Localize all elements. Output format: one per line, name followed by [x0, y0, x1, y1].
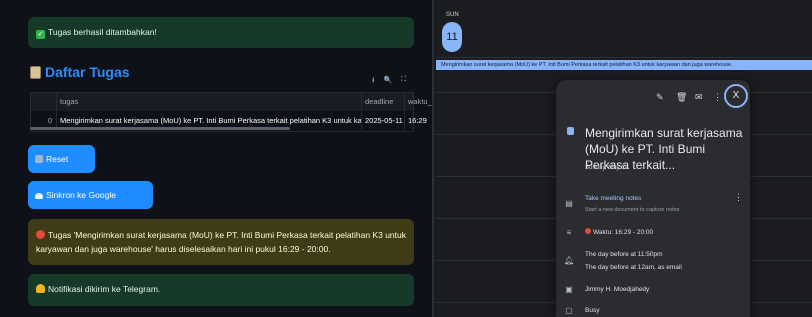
delete-icon[interactable]: 🗑: [676, 92, 687, 103]
more-options-icon[interactable]: ⋮: [713, 92, 722, 103]
grid-divider: [436, 57, 812, 58]
document-icon: ▤: [565, 199, 573, 208]
table-header-tugas[interactable]: tugas: [57, 93, 362, 111]
deadline-warning-alert: Tugas 'Mengirimkan surat kerjasama (MoU)…: [28, 219, 414, 265]
clipboard-icon: [30, 65, 41, 79]
google-calendar-panel: SUN 11 Mengirimkan surat kerjasama (MoU)…: [432, 0, 812, 317]
sync-google-calendar-button[interactable]: Sinkron ke Google Calendar: [28, 181, 153, 228]
success-alert-text: Tugas berhasil ditambahkan!: [48, 27, 157, 37]
task-app-panel: ✓ Tugas berhasil ditambahkan! Daftar Tuga…: [0, 0, 434, 317]
task-table[interactable]: tugas deadline waktu_r 0 Mengirimkan sur…: [30, 92, 434, 132]
briefcase-icon: ▢: [565, 306, 573, 315]
table-header-index: [31, 93, 57, 111]
close-button[interactable]: X: [724, 84, 748, 108]
reminder-2: The day before at 12am, as email: [585, 264, 682, 271]
screen: ✓ Tugas berhasil ditambahkan! Daftar Tuga…: [0, 0, 812, 317]
event-details-popup: ✎ 🗑 ✉ ⋮ X Mengirimkan surat kerjasama (M…: [556, 80, 750, 317]
take-notes-subtitle: Start a new document to capture notes: [585, 207, 680, 213]
success-alert: ✓ Tugas berhasil ditambahkan!: [28, 17, 414, 48]
telegram-notification-alert: Notifikasi dikirim ke Telegram.: [28, 274, 414, 306]
take-notes-link[interactable]: Take meeting notes: [585, 194, 641, 204]
reset-tasks-button[interactable]: Reset Tugas: [28, 145, 95, 192]
calendar-event-chip[interactable]: Mengirimkan surat kerjasama (MoU) ke PT.…: [436, 60, 812, 70]
row-deadline[interactable]: 2025-05-11: [362, 112, 405, 130]
notes-more-icon[interactable]: ⋮: [734, 192, 743, 203]
warning-alert-text: Tugas 'Mengirimkan surat kerjasama (MoU)…: [36, 230, 406, 254]
event-status: Busy: [585, 307, 600, 314]
description-icon: ≡: [566, 228, 572, 237]
fullscreen-icon[interactable]: ⛶: [401, 76, 406, 87]
page-title: Daftar Tugas: [30, 64, 130, 80]
trash-icon: [35, 155, 43, 163]
bell-icon: 🔔︎: [564, 256, 575, 265]
page-title-text: Daftar Tugas: [45, 64, 130, 80]
event-description-text: Waktu: 16:29 - 20:00: [593, 229, 654, 236]
cloud-icon: [35, 193, 43, 199]
download-icon[interactable]: ⭳: [372, 76, 374, 87]
bell-icon: [36, 284, 45, 293]
table-header: tugas deadline waktu_r: [31, 93, 434, 111]
alarm-clock-icon: [585, 228, 591, 234]
table-header-deadline[interactable]: deadline: [362, 93, 405, 111]
event-organizer: Jimmy H. Moedjahedy: [585, 286, 650, 293]
check-icon: ✓: [36, 30, 45, 39]
info-alert-text: Notifikasi dikirim ke Telegram.: [48, 284, 161, 294]
event-description: Waktu: 16:29 - 20:00: [585, 228, 653, 238]
day-number[interactable]: 11: [442, 22, 462, 52]
search-icon[interactable]: 🔍: [383, 76, 392, 87]
table-horizontal-scrollbar[interactable]: [30, 127, 290, 130]
table-toolbar: ⭳ 🔍 ⛶: [372, 76, 406, 87]
calendar-icon: ▣: [565, 285, 573, 294]
email-icon[interactable]: ✉: [695, 92, 703, 103]
event-color-icon: [567, 127, 574, 135]
day-name: SUN: [446, 12, 459, 18]
reminder-1: The day before at 11:50pm: [585, 251, 663, 258]
event-date: Sunday, May 11: [585, 165, 628, 171]
alarm-clock-icon: [36, 230, 45, 239]
edit-icon[interactable]: ✎: [656, 92, 664, 103]
